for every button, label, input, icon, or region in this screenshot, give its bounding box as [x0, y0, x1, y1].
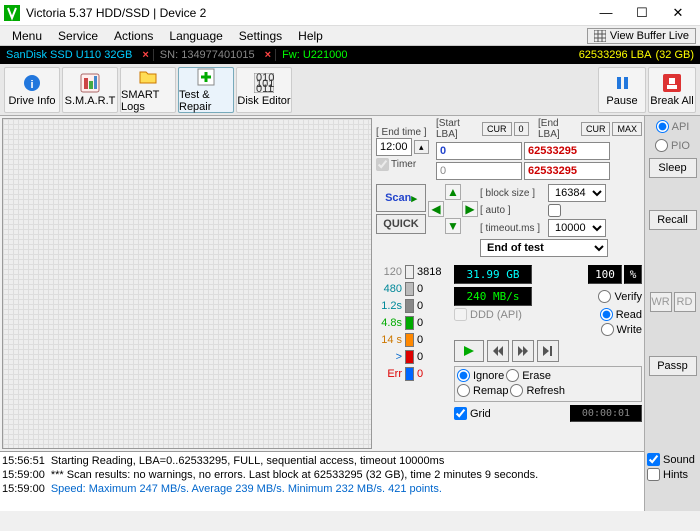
- auto-checkbox[interactable]: [548, 204, 561, 217]
- cur-button[interactable]: CUR: [482, 122, 512, 136]
- drive-info-button[interactable]: i Drive Info: [4, 67, 60, 113]
- erase-radio[interactable]: Erase: [506, 369, 551, 382]
- write-radio[interactable]: Write: [601, 323, 642, 336]
- arrow-left-button[interactable]: ◀: [428, 201, 444, 217]
- rd-button[interactable]: RD: [674, 292, 696, 312]
- titlebar: Victoria 5.37 HDD/SSD | Device 2 — ☐ ✕: [0, 0, 700, 26]
- time-up-button[interactable]: ▴: [414, 140, 429, 154]
- close-button[interactable]: ✕: [660, 2, 696, 24]
- log-line: Starting Reading, LBA=0..62533295, FULL,…: [51, 454, 642, 468]
- window-title: Victoria 5.37 HDD/SSD | Device 2: [26, 6, 588, 20]
- menu-settings[interactable]: Settings: [231, 27, 290, 45]
- test-repair-button[interactable]: Test & Repair: [178, 67, 234, 113]
- action-select[interactable]: End of test: [480, 239, 608, 257]
- arrow-right-button[interactable]: ▶: [462, 201, 478, 217]
- pause-button[interactable]: Pause: [598, 67, 646, 113]
- view-buffer-live-button[interactable]: View Buffer Live: [587, 28, 696, 44]
- quick-button[interactable]: QUICK: [376, 214, 426, 234]
- pio-radio[interactable]: PIO: [655, 139, 690, 152]
- sleep-button[interactable]: Sleep: [649, 158, 697, 178]
- hex-icon: 010110100110: [254, 73, 274, 93]
- grid-checkbox[interactable]: Grid: [454, 407, 491, 420]
- elapsed-display: 00:00:01: [570, 405, 642, 422]
- read-radio[interactable]: Read: [600, 308, 642, 321]
- total-input: [524, 162, 610, 180]
- refresh-radio[interactable]: Refresh: [510, 384, 565, 397]
- break-all-button[interactable]: Break All: [648, 67, 696, 113]
- cur-button-2[interactable]: CUR: [581, 122, 611, 136]
- ddd-checkbox[interactable]: DDD (API): [454, 308, 522, 321]
- test-repair-icon: [196, 67, 216, 87]
- disk-editor-button[interactable]: 010110100110 Disk Editor: [236, 67, 292, 113]
- log-line: *** Scan results: no warnings, no errors…: [51, 468, 642, 482]
- info-icon: i: [22, 73, 42, 93]
- block-size-select[interactable]: 16384: [548, 184, 606, 202]
- scan-map: [2, 118, 372, 449]
- step-fwd-button[interactable]: [512, 340, 534, 362]
- main: [ End time ] ▴ Timer [Start LBA] CUR 0 […: [0, 116, 700, 451]
- menu-actions[interactable]: Actions: [106, 27, 161, 45]
- folder-icon: [138, 67, 158, 87]
- step-back-button[interactable]: [487, 340, 509, 362]
- end-lba-input[interactable]: [524, 142, 610, 160]
- svg-text:0110: 0110: [256, 83, 274, 93]
- zero-button[interactable]: 0: [514, 122, 529, 136]
- x-icon: ×: [138, 49, 152, 61]
- passp-button[interactable]: Passp: [649, 356, 697, 376]
- minimize-button[interactable]: —: [588, 2, 624, 24]
- next-button[interactable]: [537, 340, 559, 362]
- timer-checkbox[interactable]: [376, 158, 389, 171]
- timeout-select[interactable]: 10000: [548, 219, 606, 237]
- x-icon: ×: [261, 49, 275, 61]
- max-button[interactable]: MAX: [612, 122, 642, 136]
- maximize-button[interactable]: ☐: [624, 2, 660, 24]
- scan-controls: [ End time ] ▴ Timer [Start LBA] CUR 0 […: [374, 116, 644, 451]
- play-button[interactable]: [454, 340, 484, 362]
- remap-radio[interactable]: Remap: [457, 384, 508, 397]
- menu-help[interactable]: Help: [290, 27, 331, 45]
- percent-display: 100: [588, 265, 622, 284]
- app-icon: [4, 5, 20, 21]
- hints-checkbox[interactable]: Hints: [647, 468, 698, 481]
- wr-button[interactable]: WR: [650, 292, 672, 312]
- smart-logs-button[interactable]: SMART Logs: [120, 67, 176, 113]
- device-info-bar: SanDisk SSD U110 32GB × SN: 134977401015…: [0, 46, 700, 64]
- ignore-radio[interactable]: Ignore: [457, 369, 504, 382]
- api-radio[interactable]: API: [656, 120, 690, 133]
- menu-service[interactable]: Service: [50, 27, 106, 45]
- capacity-display: 31.99 GB: [454, 265, 532, 284]
- lba-count: 62533296 LBA: [579, 49, 656, 61]
- end-time-input[interactable]: [376, 138, 412, 156]
- speed-display: 240 MB/s: [454, 287, 532, 306]
- arrow-down-button[interactable]: ▼: [445, 218, 461, 234]
- navigation-pad: ▲ ▼ ◀ ▶: [428, 184, 478, 234]
- log-line: Speed: Maximum 247 MB/s. Average 239 MB/…: [51, 482, 642, 496]
- stop-icon: [662, 73, 682, 93]
- menu-language[interactable]: Language: [161, 27, 230, 45]
- verify-radio[interactable]: Verify: [598, 290, 642, 303]
- menu-menu[interactable]: Menu: [4, 27, 50, 45]
- scan-button[interactable]: Scan ▸: [376, 184, 426, 212]
- pause-icon: [612, 73, 632, 93]
- smart-icon: [80, 73, 100, 93]
- sound-checkbox[interactable]: Sound: [647, 453, 698, 466]
- right-panel: API PIO Sleep Recall WR RD Passp: [644, 116, 700, 451]
- pos-input: [436, 162, 522, 180]
- menubar: Menu Service Actions Language Settings H…: [0, 26, 700, 46]
- arrow-up-button[interactable]: ▲: [445, 184, 461, 200]
- toolbar: i Drive Info S.M.A.R.T SMART Logs Test &…: [0, 64, 700, 116]
- device-name: SanDisk SSD U110 32GB: [0, 49, 138, 61]
- speed-legend: 1203818 4800 1.2s0 4.8s0 14 s0 >0 Err0: [376, 265, 452, 384]
- log-panel: 15:56:51 15:59:00 15:59:00 Starting Read…: [0, 451, 644, 511]
- smart-button[interactable]: S.M.A.R.T: [62, 67, 118, 113]
- svg-text:i: i: [30, 79, 33, 91]
- start-lba-input[interactable]: [436, 142, 522, 160]
- grid-icon: [594, 30, 606, 42]
- log-options: Sound Hints: [644, 451, 700, 511]
- recall-button[interactable]: Recall: [649, 210, 697, 230]
- capacity: (32 GB): [655, 49, 700, 61]
